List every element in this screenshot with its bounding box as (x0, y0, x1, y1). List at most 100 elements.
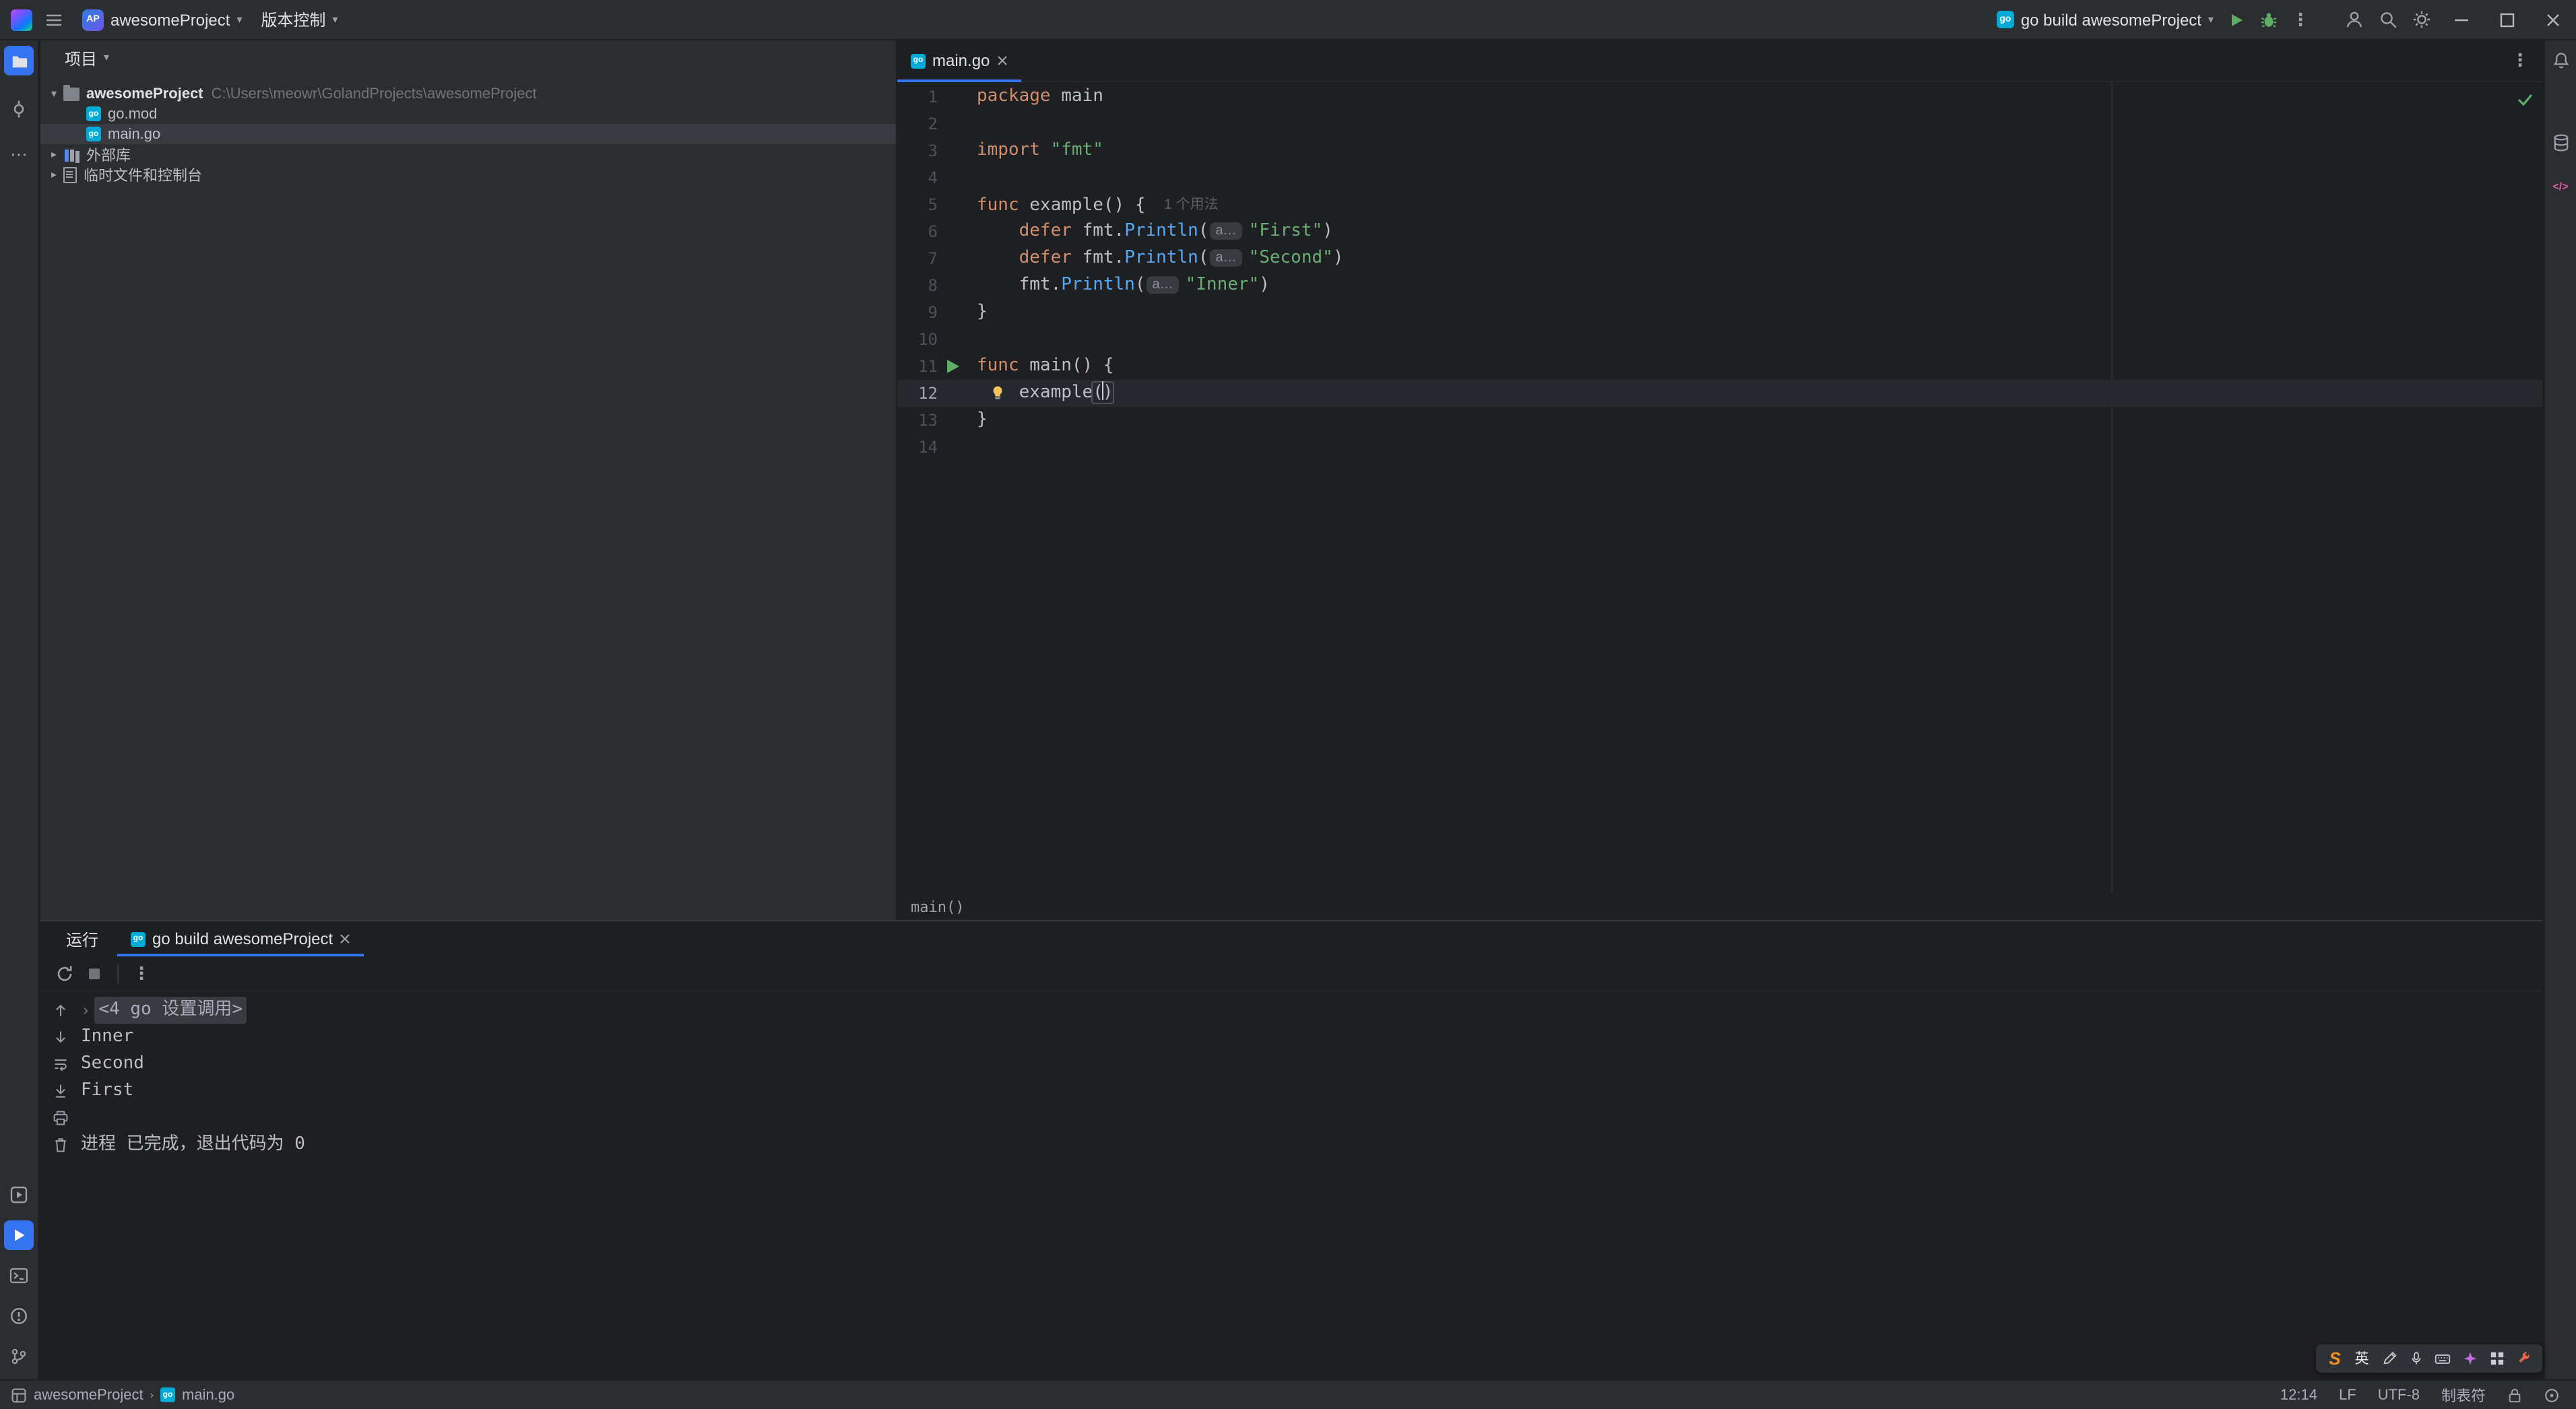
database-tool-button[interactable] (2546, 128, 2575, 158)
close-tab-icon[interactable] (340, 933, 350, 944)
code-line-10[interactable]: 10 (897, 326, 2542, 353)
code-line-9[interactable]: 9} (897, 299, 2542, 326)
code-line-1[interactable]: 1 package main (897, 84, 2542, 110)
chevron-right-icon[interactable] (51, 148, 63, 160)
more-actions-button[interactable] (2285, 5, 2316, 34)
tree-item-main-go[interactable]: main.go (40, 124, 896, 144)
ime-wrench-button[interactable] (2512, 1347, 2535, 1370)
soft-wrap-button[interactable] (50, 1053, 71, 1075)
editor-tab-main-go[interactable]: main.go (897, 40, 1021, 82)
ime-mic-button[interactable] (2404, 1347, 2427, 1370)
run-tab[interactable]: go build awesomeProject (117, 921, 364, 956)
run-panel-title[interactable]: 运行 (40, 927, 117, 950)
problems-tool-button[interactable] (4, 1301, 34, 1331)
editor-options-button[interactable] (2511, 40, 2529, 81)
stop-button[interactable] (81, 960, 108, 987)
maximize-button[interactable] (2484, 0, 2530, 40)
ime-sparkle-button[interactable] (2458, 1347, 2481, 1370)
vcs-widget-button[interactable]: 版本控制 (254, 5, 344, 34)
tree-item-scratches[interactable]: 临时文件和控制台 (40, 164, 896, 185)
chevron-down-icon[interactable] (51, 88, 63, 100)
sogou-logo-icon[interactable]: S (2323, 1347, 2346, 1370)
minimize-button[interactable] (2439, 0, 2484, 40)
code-line-2[interactable]: 2 (897, 110, 2542, 137)
services-tool-button[interactable] (4, 1180, 34, 1210)
code-text: import "fmt" (977, 140, 1103, 160)
code-line-3[interactable]: 3 import "fmt" (897, 137, 2542, 164)
breadcrumb-item[interactable]: main() (911, 898, 965, 915)
breadcrumb[interactable]: main() (897, 893, 2542, 920)
clear-console-button[interactable] (50, 1134, 71, 1156)
toolbar-divider (117, 964, 119, 983)
code-line-12[interactable]: 12 example() (897, 380, 2542, 407)
status-indicator[interactable] (2544, 1387, 2560, 1403)
caret-position-widget[interactable]: 12:14 (2280, 1387, 2317, 1403)
encoding-widget[interactable]: UTF-8 (2378, 1387, 2420, 1403)
status-project-name[interactable]: awesomeProject (34, 1387, 143, 1403)
maximize-icon (2500, 12, 2515, 27)
code-line-5[interactable]: 5 func example() { 1 个用法 (897, 191, 2542, 218)
run-tool-button[interactable] (4, 1220, 34, 1250)
readonly-lock-widget[interactable] (2507, 1387, 2522, 1403)
code-line-6[interactable]: 6 defer fmt.Println(a… "First") (897, 218, 2542, 245)
folded-command-text[interactable]: <4 go 设置调用> (94, 997, 247, 1024)
tree-item-root[interactable]: awesomeProject C:\Users\meowr\GolandProje… (40, 84, 896, 104)
code-with-me-button[interactable] (2338, 5, 2371, 34)
terminal-tool-button[interactable] (4, 1261, 34, 1290)
commit-tool-button[interactable] (4, 94, 34, 124)
close-button[interactable] (2530, 0, 2576, 40)
close-tab-icon[interactable] (996, 55, 1007, 66)
ai-assistant-button[interactable]: </> (2546, 171, 2575, 201)
up-stacktrace-button[interactable] (50, 1000, 71, 1021)
print-button[interactable] (50, 1107, 71, 1129)
left-stripe-bottom (0, 1180, 38, 1371)
fold-arrow-icon[interactable] (81, 997, 90, 1024)
more-tool-windows-button[interactable] (4, 140, 34, 170)
code-text: defer fmt.Println(a… "Second") (1019, 248, 1344, 268)
parameter-hint-inlay[interactable]: a… (1210, 249, 1242, 267)
code-line-13[interactable]: 13} (897, 407, 2542, 434)
console-output[interactable]: <4 go 设置调用>Inner Second First 进程 已完成，退出代码为… (81, 993, 2542, 1379)
ime-language-toggle[interactable]: 英 (2350, 1347, 2373, 1370)
ime-pencil-button[interactable] (2377, 1347, 2400, 1370)
project-widget-button[interactable]: AP awesomeProject (75, 5, 249, 34)
run-more-button[interactable] (128, 960, 155, 987)
status-file-name[interactable]: main.go (182, 1387, 234, 1403)
main-menu-button[interactable] (38, 5, 70, 34)
git-tool-button[interactable] (4, 1342, 34, 1371)
notifications-button[interactable] (2546, 46, 2575, 75)
chevron-down-icon (333, 14, 338, 25)
line-number: 2 (928, 114, 938, 133)
code-editor[interactable]: 1 package main 2 3 import "fmt" 4 5 func exampl… (897, 82, 2542, 893)
tree-item-go-mod[interactable]: go.mod (40, 104, 896, 124)
run-configuration-selector[interactable]: go build awesomeProject (1990, 5, 2220, 34)
code-line-7[interactable]: 7 defer fmt.Println(a… "Second") (897, 245, 2542, 272)
parameter-hint-inlay[interactable]: a… (1210, 222, 1242, 240)
tree-item-external-libraries[interactable]: 外部库 (40, 144, 896, 164)
scroll-to-end-button[interactable] (50, 1080, 71, 1102)
project-tool-button[interactable] (4, 46, 34, 75)
code-line-4[interactable]: 4 (897, 164, 2542, 191)
run-button[interactable] (2220, 5, 2253, 34)
project-panel-header[interactable]: 项目 (40, 40, 896, 75)
run-line-gutter-icon[interactable] (947, 360, 959, 373)
debug-button[interactable] (2253, 5, 2285, 34)
ime-grid-button[interactable] (2485, 1347, 2508, 1370)
intention-bulb-icon[interactable] (990, 385, 1005, 400)
inspections-widget[interactable] (2517, 92, 2533, 108)
code-line-11[interactable]: 11 func main() { (897, 353, 2542, 380)
chevron-right-icon[interactable] (51, 168, 63, 181)
run-tab-label: go build awesomeProject (152, 929, 333, 948)
indent-widget[interactable]: 制表符 (2441, 1384, 2486, 1406)
settings-button[interactable] (2405, 5, 2439, 34)
parameter-hint-inlay[interactable]: a… (1147, 276, 1179, 294)
search-everywhere-button[interactable] (2371, 5, 2405, 34)
down-stacktrace-button[interactable] (50, 1026, 71, 1048)
line-separator-widget[interactable]: LF (2339, 1387, 2356, 1403)
wrench-icon (2518, 1352, 2529, 1363)
usages-inlay-hint[interactable]: 1 个用法 (1164, 197, 1219, 213)
code-line-14[interactable]: 14 (897, 434, 2542, 461)
ime-keyboard-button[interactable] (2431, 1347, 2454, 1370)
code-line-8[interactable]: 8 fmt.Println(a… "Inner") (897, 272, 2542, 299)
rerun-button[interactable] (51, 960, 78, 987)
